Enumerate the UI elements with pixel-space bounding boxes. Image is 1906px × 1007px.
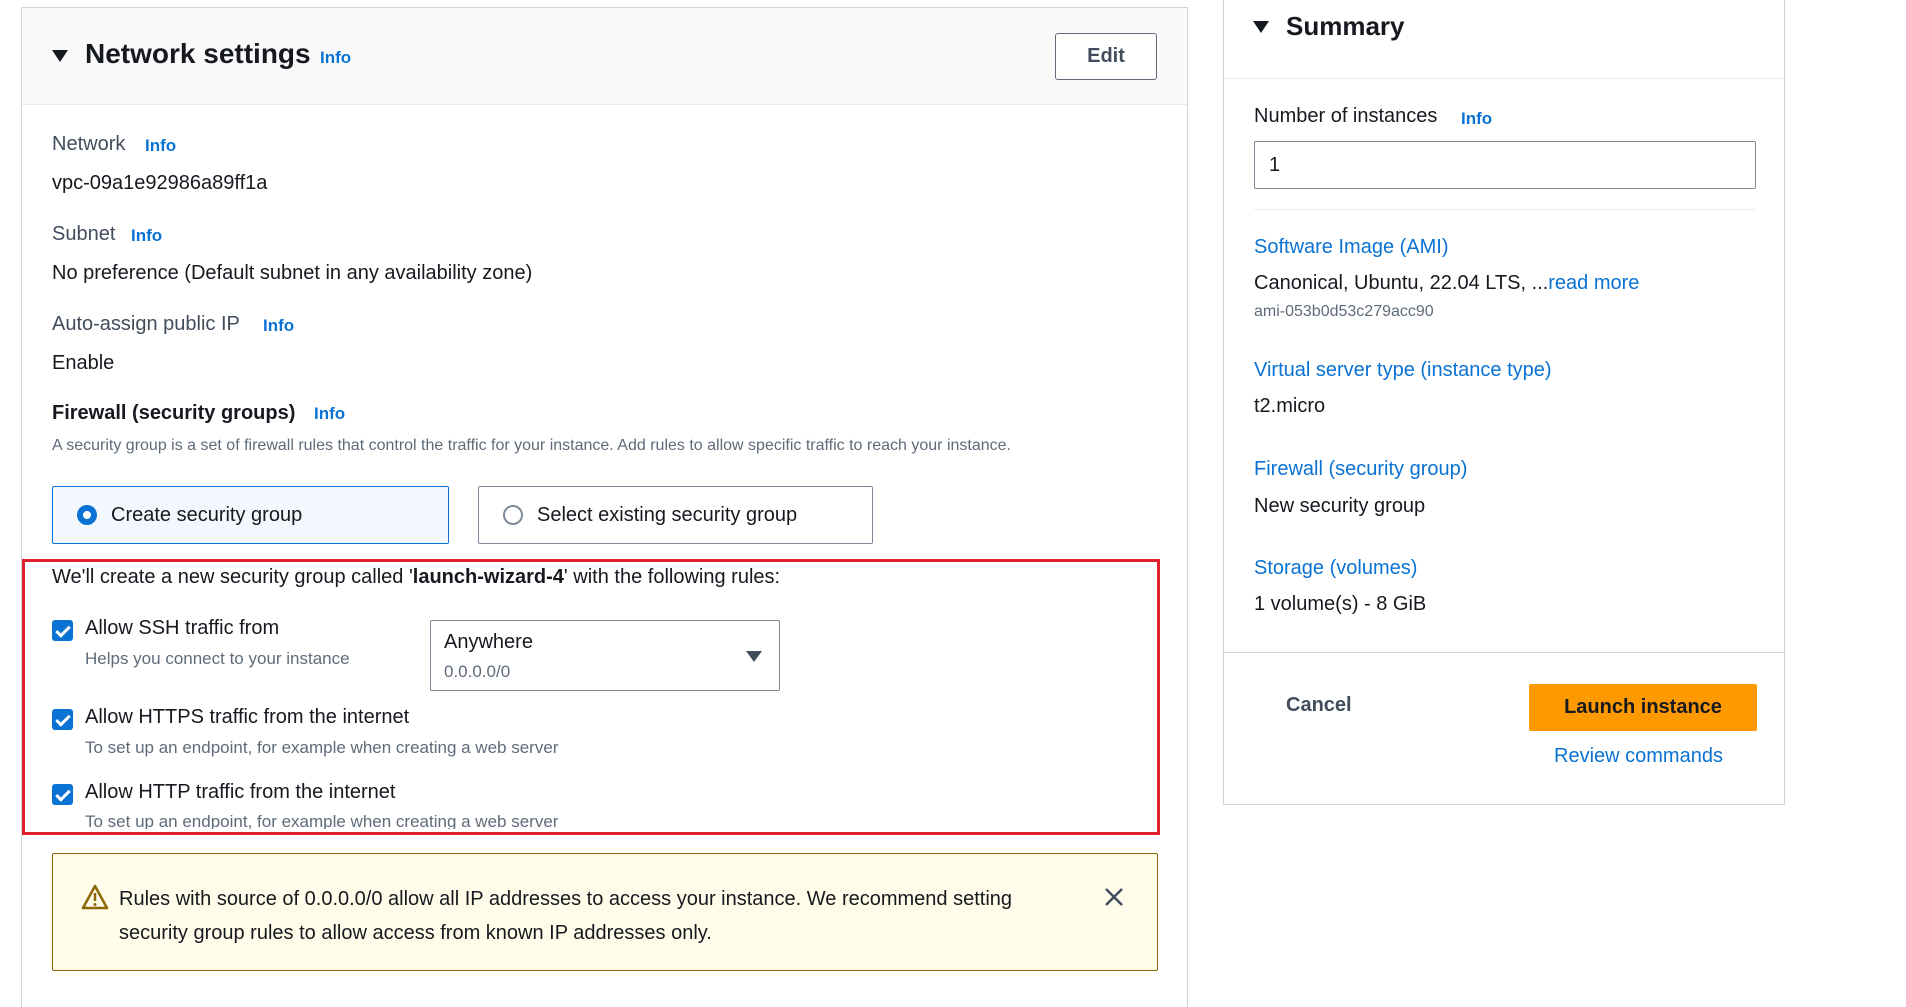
ami-link[interactable]: Software Image (AMI): [1254, 236, 1449, 259]
firewall-link[interactable]: Firewall (security group): [1254, 458, 1467, 481]
firewall-description: A security group is a set of firewall ru…: [52, 437, 1011, 454]
instances-info-link[interactable]: Info: [1461, 109, 1492, 129]
warning-text: Rules with source of 0.0.0.0/0 allow all…: [119, 882, 1012, 950]
public-ip-value: Enable: [52, 352, 115, 374]
https-label: Allow HTTPS traffic from the internet: [85, 706, 410, 728]
select-existing-security-group-label: Select existing security group: [537, 503, 798, 526]
edit-button[interactable]: Edit: [1055, 33, 1157, 80]
warning-line-2: security group rules to allow access fro…: [119, 922, 712, 944]
http-label: Allow HTTP traffic from the internet: [85, 781, 396, 803]
ssh-source-select[interactable]: Anywhere 0.0.0.0/0: [430, 620, 780, 691]
warning-line-1: Rules with source of 0.0.0.0/0 allow all…: [119, 888, 1013, 910]
firewall-info-link[interactable]: Info: [314, 404, 345, 424]
rules-intro: We'll create a new security group called…: [52, 566, 780, 589]
summary-collapse-caret-icon[interactable]: [1253, 21, 1269, 33]
warning-icon: [81, 884, 109, 910]
radio-unselected-icon[interactable]: [503, 505, 523, 525]
security-group-name: launch-wizard-4: [412, 566, 564, 588]
instance-type-value: t2.micro: [1254, 395, 1326, 417]
create-security-group-label: Create security group: [111, 503, 303, 526]
ssh-source-cidr: 0.0.0.0/0: [444, 662, 511, 681]
summary-title: Summary: [1286, 11, 1405, 41]
network-settings-header: Network settings Info Edit: [22, 8, 1187, 105]
ami-name: Canonical, Ubuntu, 22.04 LTS, ...: [1254, 272, 1549, 294]
firewall-label: Firewall (security groups): [52, 402, 296, 424]
public-ip-label: Auto-assign public IP: [52, 313, 240, 335]
network-info-link[interactable]: Info: [145, 136, 176, 156]
http-help: To set up an endpoint, for example when …: [85, 812, 559, 829]
radio-selected-icon[interactable]: [77, 505, 97, 525]
storage-link[interactable]: Storage (volumes): [1254, 557, 1417, 580]
network-label: Network: [52, 133, 126, 155]
launch-instance-button[interactable]: Launch instance: [1529, 684, 1757, 731]
divider: [1224, 78, 1784, 79]
network-value: vpc-09a1e92986a89ff1a: [52, 172, 268, 194]
https-help: To set up an endpoint, for example when …: [85, 738, 559, 757]
ami-id: ami-053b0d53c279acc90: [1254, 303, 1434, 320]
info-link[interactable]: Info: [320, 48, 351, 68]
https-checkbox[interactable]: [52, 709, 73, 730]
chevron-down-icon: [746, 651, 762, 662]
read-more-link[interactable]: read more: [1548, 272, 1639, 294]
close-icon[interactable]: [1103, 886, 1125, 908]
instances-label: Number of instances: [1254, 105, 1438, 127]
select-existing-security-group-option[interactable]: Select existing security group: [478, 486, 873, 544]
divider: [1224, 652, 1784, 653]
subnet-label: Subnet: [52, 223, 116, 245]
collapse-caret-icon[interactable]: [52, 50, 68, 62]
ami-value: Canonical, Ubuntu, 22.04 LTS, ...read mo…: [1254, 272, 1639, 295]
ssh-checkbox[interactable]: [52, 620, 73, 641]
subnet-info-link[interactable]: Info: [131, 226, 162, 246]
http-checkbox[interactable]: [52, 784, 73, 805]
rules-intro-suffix: ' with the following rules:: [563, 566, 781, 588]
cancel-button[interactable]: Cancel: [1286, 694, 1352, 717]
summary-panel: Summary Number of instances Info 1 Softw…: [1223, 0, 1785, 805]
instance-type-link[interactable]: Virtual server type (instance type): [1254, 359, 1552, 382]
public-ip-info-link[interactable]: Info: [263, 316, 294, 336]
warning-alert: Rules with source of 0.0.0.0/0 allow all…: [52, 853, 1158, 971]
firewall-value: New security group: [1254, 495, 1426, 517]
instances-input[interactable]: 1: [1254, 141, 1756, 189]
section-title: Network settings: [85, 38, 311, 69]
rules-intro-prefix: We'll create a new security group called…: [52, 566, 413, 588]
subnet-value: No preference (Default subnet in any ava…: [52, 262, 533, 284]
create-security-group-option[interactable]: Create security group: [52, 486, 449, 544]
review-commands-link[interactable]: Review commands: [1554, 745, 1723, 768]
storage-value: 1 volume(s) - 8 GiB: [1254, 593, 1427, 615]
ssh-label: Allow SSH traffic from: [85, 617, 280, 639]
ssh-source-value: Anywhere: [444, 631, 533, 653]
divider: [1254, 209, 1756, 210]
ssh-help: Helps you connect to your instance: [85, 649, 350, 668]
